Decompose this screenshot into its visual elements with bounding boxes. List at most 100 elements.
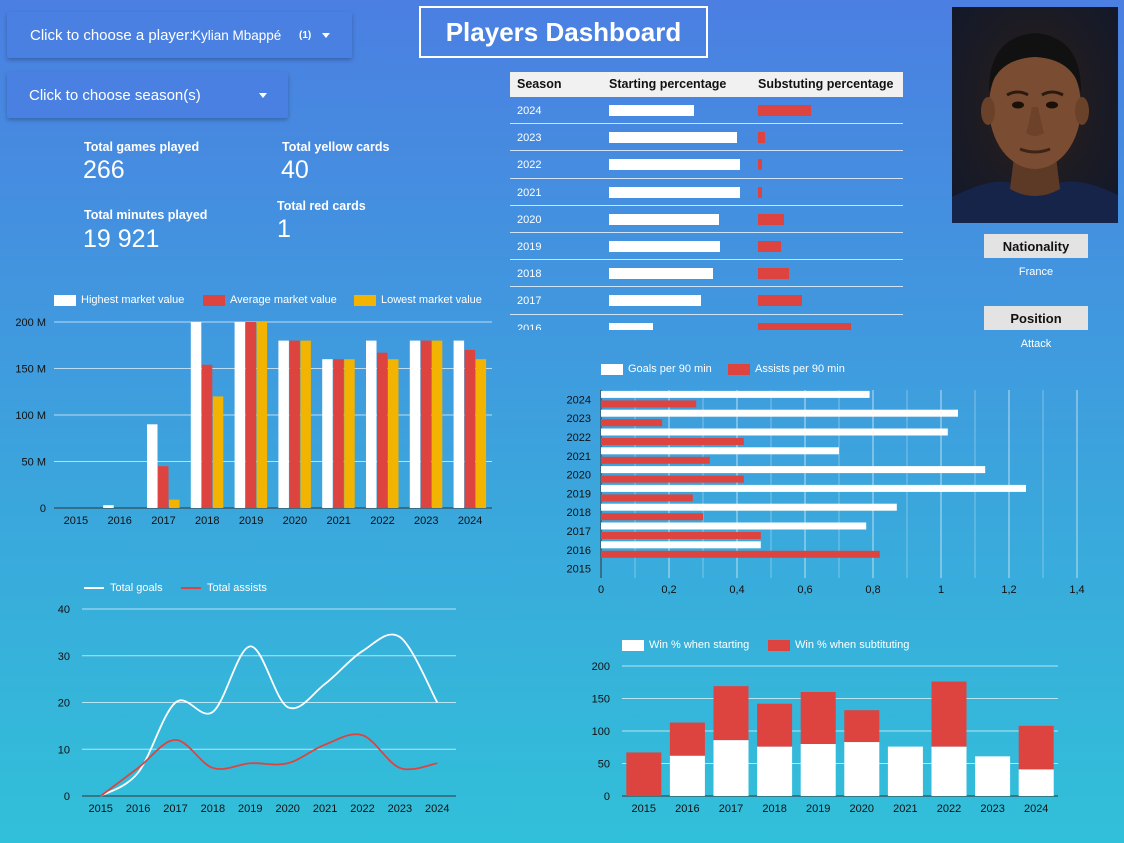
y-tick-label: 2023: [567, 413, 591, 425]
substituting-percentage-bar: [758, 322, 852, 330]
bar-highest-market-value: [409, 340, 421, 508]
x-tick-label: 2016: [107, 515, 131, 527]
x-tick-label: 2018: [201, 803, 225, 815]
x-tick-label: 2021: [326, 515, 350, 527]
starting-percentage-bar: [609, 186, 741, 198]
chevron-down-icon: [259, 93, 267, 98]
bar-assists-per-90-min: [601, 475, 744, 483]
x-tick-label: 2015: [632, 803, 656, 815]
x-tick-label: 2023: [388, 803, 412, 815]
player-dropdown-count: (1): [299, 30, 312, 41]
chevron-down-icon: [322, 33, 330, 38]
substituting-percentage-bar: [758, 132, 766, 144]
bar-highest-market-value: [278, 340, 289, 508]
x-tick-label: 2015: [88, 803, 112, 815]
bar-lowest-market-value: [212, 396, 224, 508]
table-header: Season Starting percentage Substuting pe…: [510, 72, 903, 97]
yellow-cards-value: 40: [281, 156, 309, 184]
season-cell: 2018: [517, 268, 542, 281]
x-tick-label: 2020: [283, 515, 307, 527]
table-row: 2016: [510, 315, 903, 331]
y-tick-label: 150: [592, 694, 610, 706]
position-value: Attack: [1020, 338, 1052, 350]
y-tick-label: 2018: [567, 507, 591, 519]
bar-assists-per-90-min: [601, 532, 761, 539]
column-header-starting: Starting percentage: [609, 77, 727, 91]
nationality-value: France: [1018, 266, 1054, 278]
player-portrait-image: [952, 33, 1118, 223]
starting-percentage-bar: [609, 295, 701, 307]
x-tick-label: 0,6: [797, 584, 812, 596]
bar-assists-per-90-min: [601, 494, 693, 502]
season-dropdown[interactable]: Click to choose season(s): [7, 72, 288, 118]
table-row: 2019: [510, 233, 903, 261]
y-tick-label: 2015: [567, 564, 591, 576]
bar-goals-per-90-min: [601, 447, 839, 455]
bar-highest-market-value: [322, 359, 333, 508]
bar-win-when-starting: [975, 756, 1011, 796]
table-row: 2018: [510, 260, 903, 288]
table-row: 2021: [510, 179, 903, 206]
bar-win-when-subtituting: [1018, 725, 1054, 770]
bar-goals-per-90-min: [601, 390, 870, 398]
win-percentage-chart: 0 50 100 150 200 2015 2016 2017 2018 2019 2020 2021…: [592, 661, 1058, 815]
bar-win-when-subtituting: [669, 722, 705, 756]
page-title: Players Dashboard: [419, 6, 708, 58]
starting-percentage-bar: [609, 240, 720, 252]
bar-average-market-value: [333, 359, 344, 508]
x-tick-label: 2015: [64, 515, 88, 527]
season-cell: 2021: [517, 186, 542, 199]
x-tick-label: 2021: [893, 803, 917, 815]
bar-highest-market-value: [453, 340, 465, 508]
bar-lowest-market-value: [431, 340, 443, 508]
bar-highest-market-value: [234, 322, 246, 508]
y-tick-label: 40: [58, 604, 70, 616]
y-tick-label: 100 M: [15, 410, 46, 422]
table-row: 2024: [510, 97, 903, 125]
x-tick-label: 1,2: [1001, 584, 1016, 596]
bar-average-market-value: [201, 364, 213, 508]
substituting-percentage-bar: [758, 295, 802, 307]
y-tick-label: 50: [598, 759, 610, 771]
legend-average-market-value: Average market value: [203, 294, 337, 306]
y-tick-label: 2017: [567, 526, 591, 538]
x-tick-label: 2019: [238, 803, 262, 815]
bar-goals-per-90-min: [601, 541, 761, 549]
player-dropdown[interactable]: Click to choose a player: Kylian Mbappé …: [7, 12, 352, 58]
minutes-played-label: Total minutes played: [84, 208, 208, 222]
bar-highest-market-value: [366, 340, 377, 508]
y-tick-label: 150 M: [15, 364, 46, 376]
series-line-total-assists: [100, 733, 438, 797]
bar-win-when-starting: [669, 755, 705, 796]
series-line-total-goals: [100, 633, 439, 797]
starting-percentage-bar: [609, 132, 738, 144]
x-tick-label: 2017: [163, 803, 187, 815]
x-tick-label: 1,4: [1069, 584, 1084, 596]
season-cell: 2019: [517, 240, 542, 253]
games-played-value: 266: [83, 156, 125, 184]
bar-win-when-starting: [800, 744, 836, 796]
x-tick-label: 2016: [675, 803, 699, 815]
season-cell: 2022: [517, 159, 542, 172]
x-tick-label: 2018: [195, 515, 219, 527]
season-cell: 2016: [517, 322, 542, 331]
x-tick-label: 2022: [350, 803, 374, 815]
bar-average-market-value: [245, 322, 257, 508]
x-tick-label: 2023: [414, 515, 438, 527]
nationality-label: Nationality: [984, 234, 1088, 258]
bar-highest-market-value: [147, 424, 158, 508]
y-tick-label: 2019: [567, 488, 591, 500]
market-value-chart: 0 50 M 100 M 150 M 200 M 2015 2016 2017 2018 2019…: [15, 317, 492, 527]
x-tick-label: 0,4: [729, 584, 744, 596]
table-row: 2022: [510, 151, 903, 179]
y-tick-label: 200: [592, 661, 610, 673]
y-tick-label: 50 M: [22, 457, 46, 469]
y-tick-label: 0: [604, 791, 610, 803]
legend-highest-market-value: Highest market value: [54, 294, 184, 306]
player-dropdown-label: Click to choose a player:: [30, 27, 194, 44]
x-tick-label: 2020: [275, 803, 299, 815]
percentage-table: Season Starting percentage Substuting pe…: [510, 72, 903, 330]
y-tick-label: 2024: [567, 394, 591, 406]
x-tick-label: 2019: [239, 515, 263, 527]
starting-percentage-bar: [609, 322, 653, 330]
